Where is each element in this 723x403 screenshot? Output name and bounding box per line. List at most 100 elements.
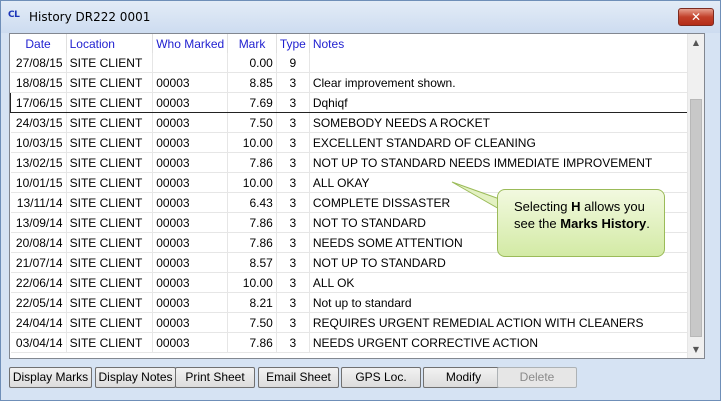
cell-mark: 10.00 [227, 172, 277, 193]
column-header-type[interactable]: Type [276, 34, 310, 53]
cell-who-marked: 00003 [152, 292, 229, 313]
cell-location: SITE CLIENT [66, 172, 154, 193]
column-header-who-marked[interactable]: Who Marked [152, 34, 229, 53]
cell-mark: 7.50 [227, 112, 277, 133]
cell-date: 13/02/15 [10, 152, 67, 173]
cell-date: 13/09/14 [10, 212, 67, 233]
cell-who-marked: 00003 [152, 332, 229, 353]
vertical-scrollbar[interactable]: ▲ ▼ [687, 34, 704, 358]
cell-mark: 8.85 [227, 72, 277, 93]
cell-mark: 6.43 [227, 192, 277, 213]
email-sheet-button[interactable]: Email Sheet [258, 367, 339, 388]
cell-notes: REQUIRES URGENT REMEDIAL ACTION WITH CLE… [309, 312, 704, 333]
cell-who-marked: 00003 [152, 252, 229, 273]
window-title: History DR222 0001 [29, 10, 151, 24]
table-row[interactable]: 03/04/14 SITE CLIENT 00003 7.86 3 NEEDS URGEN… [10, 332, 704, 353]
cell-location: SITE CLIENT [66, 132, 154, 153]
cell-type: 3 [276, 172, 310, 193]
title-bar: CL History DR222 0001 ✕ [1, 1, 720, 33]
cell-who-marked: 00003 [152, 92, 229, 113]
table-row[interactable]: 22/05/14 SITE CLIENT 00003 8.21 3 Not up to s… [10, 292, 704, 313]
cell-location: SITE CLIENT [66, 292, 154, 313]
cell-date: 22/05/14 [10, 292, 67, 313]
cell-who-marked: 00003 [152, 312, 229, 333]
cell-date: 10/03/15 [10, 132, 67, 153]
scroll-up-icon[interactable]: ▲ [688, 34, 704, 51]
cell-date: 17/06/15 [10, 92, 67, 113]
cell-who-marked: 00003 [152, 152, 229, 173]
cell-type: 3 [276, 252, 310, 273]
cell-who-marked: 00003 [152, 272, 229, 293]
cell-location: SITE CLIENT [66, 212, 154, 233]
history-window: CL History DR222 0001 ✕ Date Location Wh… [0, 0, 721, 401]
cell-mark: 0.00 [227, 53, 277, 73]
cell-location: SITE CLIENT [66, 53, 154, 73]
cell-type: 3 [276, 72, 310, 93]
cell-who-marked: 00003 [152, 72, 229, 93]
cell-location: SITE CLIENT [66, 72, 154, 93]
cell-mark: 10.00 [227, 132, 277, 153]
cell-type: 3 [276, 112, 310, 133]
cell-notes: SOMEBODY NEEDS A ROCKET [309, 112, 704, 133]
cell-mark: 8.57 [227, 252, 277, 273]
cell-type: 3 [276, 92, 310, 113]
table-row[interactable]: 17/06/15 SITE CLIENT 00003 7.69 3 Dqhiqf [10, 92, 704, 113]
cell-type: 3 [276, 192, 310, 213]
cell-date: 20/08/14 [10, 232, 67, 253]
table-row[interactable]: 27/08/15 SITE CLIENT 0.00 9 [10, 53, 704, 73]
cell-type: 3 [276, 212, 310, 233]
cell-notes: Not up to standard [309, 292, 704, 313]
cell-notes: NEEDS URGENT CORRECTIVE ACTION [309, 332, 704, 353]
cell-notes: Dqhiqf [309, 92, 704, 113]
modify-button[interactable]: Modify [423, 367, 504, 388]
cell-type: 3 [276, 332, 310, 353]
tip-callout: Selecting H allows you see the Marks His… [497, 189, 665, 257]
cell-location: SITE CLIENT [66, 312, 154, 333]
table-row[interactable]: 13/02/15 SITE CLIENT 00003 7.86 3 NOT UP TO S… [10, 152, 704, 173]
scroll-down-icon[interactable]: ▼ [688, 341, 704, 358]
column-header-mark[interactable]: Mark [227, 34, 277, 53]
column-header-location[interactable]: Location [66, 34, 154, 53]
close-button[interactable]: ✕ [678, 8, 714, 26]
cell-mark: 7.86 [227, 212, 277, 233]
cell-location: SITE CLIENT [66, 232, 154, 253]
cell-type: 3 [276, 272, 310, 293]
callout-text-prefix: Selecting [514, 199, 572, 214]
cell-type: 3 [276, 132, 310, 153]
cell-date: 24/03/15 [10, 112, 67, 133]
cell-mark: 7.86 [227, 332, 277, 353]
print-sheet-button[interactable]: Print Sheet [175, 367, 255, 388]
cell-location: SITE CLIENT [66, 112, 154, 133]
cell-notes [309, 53, 704, 73]
cell-who-marked: 00003 [152, 132, 229, 153]
column-header-date[interactable]: Date [10, 34, 67, 53]
cell-who-marked: 00003 [152, 112, 229, 133]
table-row[interactable]: 18/08/15 SITE CLIENT 00003 8.85 3 Clear impro… [10, 72, 704, 93]
cell-type: 3 [276, 312, 310, 333]
table-row[interactable]: 22/06/14 SITE CLIENT 00003 10.00 3 ALL OK [10, 272, 704, 293]
header-row: Date Location Who Marked Mark Type Notes [10, 34, 704, 53]
cell-mark: 8.21 [227, 292, 277, 313]
column-header-notes[interactable]: Notes [309, 34, 704, 53]
cell-mark: 7.50 [227, 312, 277, 333]
table-row[interactable]: 24/03/15 SITE CLIENT 00003 7.50 3 SOMEBODY NE… [10, 112, 704, 133]
cell-who-marked: 00003 [152, 212, 229, 233]
scrollbar-thumb[interactable] [690, 99, 702, 337]
display-notes-button[interactable]: Display Notes [95, 367, 176, 388]
cell-date: 13/11/14 [10, 192, 67, 213]
cell-who-marked [152, 53, 229, 73]
cell-mark: 10.00 [227, 272, 277, 293]
app-icon: CL [8, 10, 20, 20]
table-row[interactable]: 10/03/15 SITE CLIENT 00003 10.00 3 EXCELLENT … [10, 132, 704, 153]
cell-notes: NOT UP TO STANDARD NEEDS IMMEDIATE IMPRO… [309, 152, 704, 173]
cell-type: 9 [276, 53, 310, 73]
callout-target: Marks History [560, 216, 647, 231]
close-icon: ✕ [690, 10, 702, 24]
display-marks-button[interactable]: Display Marks [9, 367, 92, 388]
cell-mark: 7.86 [227, 152, 277, 173]
cell-type: 3 [276, 292, 310, 313]
cell-date: 21/07/14 [10, 252, 67, 273]
table-row[interactable]: 24/04/14 SITE CLIENT 00003 7.50 3 REQUIRES UR… [10, 312, 704, 333]
gps-loc-button[interactable]: GPS Loc. [341, 367, 421, 388]
cell-date: 27/08/15 [10, 53, 67, 73]
